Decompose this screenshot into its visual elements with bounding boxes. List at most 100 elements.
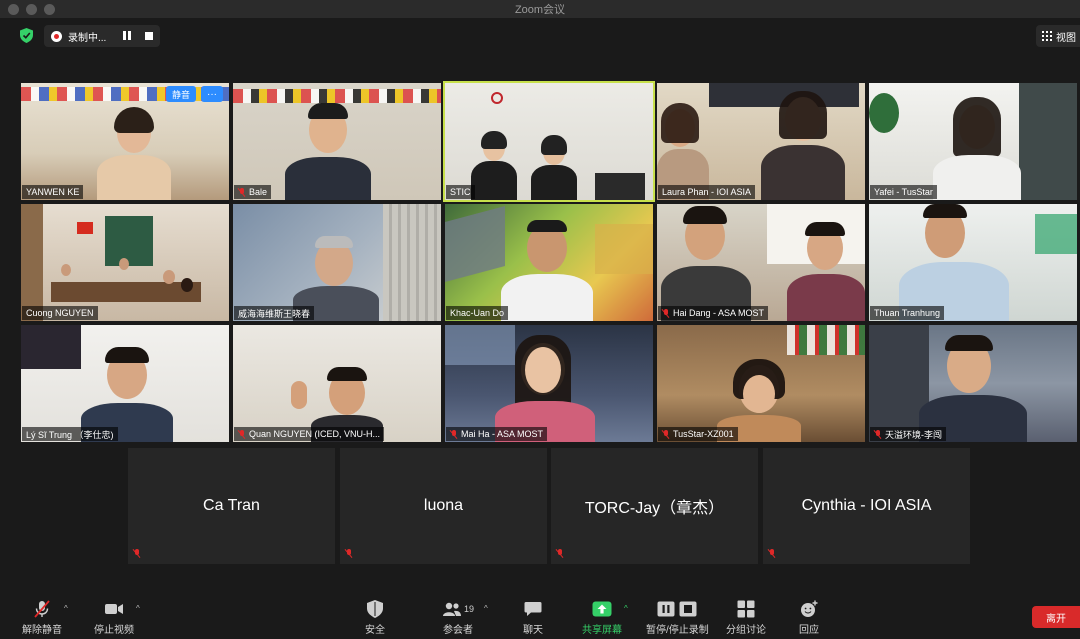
participant-name: luona bbox=[423, 497, 464, 514]
pause-recording-icon[interactable] bbox=[123, 31, 133, 41]
smiley-plus-icon bbox=[798, 600, 820, 618]
video-feed bbox=[233, 83, 441, 200]
recording-indicator: 录制中... bbox=[44, 25, 160, 47]
participant-name: 天溢环境-李闯 bbox=[870, 427, 946, 441]
audio-tile[interactable]: luona bbox=[340, 448, 547, 564]
video-tile-active-speaker[interactable]: STIC bbox=[443, 81, 655, 202]
recording-dot-icon bbox=[51, 30, 62, 42]
gallery-grid: 静音 ··· YANWEN KE Bale STIC Laura Phan - … bbox=[21, 81, 1077, 445]
participant-name: Hai Dang - ASA MOST bbox=[658, 306, 769, 320]
participant-name: Thuan Tranhung bbox=[870, 306, 945, 320]
view-label: 视图 bbox=[1056, 32, 1076, 44]
unmute-button[interactable]: 解除静音 bbox=[22, 600, 62, 636]
participant-name: Cynthia - IOI ASIA bbox=[801, 497, 932, 514]
mic-muted-icon bbox=[133, 549, 141, 558]
participant-name: TusStar-XZ001 bbox=[658, 427, 738, 441]
participants-label: 参会者 bbox=[443, 625, 473, 636]
video-tile[interactable]: 威海海维斯王晓春 bbox=[233, 204, 441, 321]
breakout-rooms-label: 分组讨论 bbox=[726, 625, 766, 636]
participant-name: Mai Ha - ASA MOST bbox=[446, 427, 548, 441]
audio-tile[interactable]: TORC-Jay（章杰） bbox=[551, 448, 758, 564]
minimize-window-button[interactable] bbox=[26, 4, 37, 15]
breakout-rooms-button[interactable]: 分组讨论 bbox=[726, 600, 766, 636]
grid-view-icon bbox=[1042, 31, 1052, 41]
pause-stop-recording-button[interactable]: 暂停/停止录制 bbox=[646, 600, 709, 636]
video-tile[interactable]: Quan NGUYEN (ICED, VNU-H... bbox=[233, 325, 441, 442]
unmute-label: 解除静音 bbox=[22, 625, 62, 636]
video-tile[interactable]: Khac-Uan Do bbox=[445, 204, 653, 321]
participant-name: Lý Sĩ Trung （李仕忠) bbox=[22, 427, 118, 441]
security-label: 安全 bbox=[365, 625, 385, 636]
participants-button[interactable]: 19 参会者 bbox=[438, 600, 478, 636]
mic-muted-icon bbox=[662, 308, 670, 318]
video-tile[interactable]: Mai Ha - ASA MOST bbox=[445, 325, 653, 442]
zoom-window: Zoom会议 录制中... 视图 静音 ··· YANWEN KE Bale S… bbox=[0, 0, 1080, 639]
video-tile[interactable]: 天溢环境-李闯 bbox=[869, 325, 1077, 442]
security-shield-icon[interactable] bbox=[20, 28, 33, 43]
participant-name: Quan NGUYEN (ICED, VNU-H... bbox=[234, 427, 385, 441]
video-feed bbox=[233, 325, 441, 442]
mic-muted-icon bbox=[450, 429, 458, 439]
security-button[interactable]: 安全 bbox=[364, 600, 386, 636]
stop-video-button[interactable]: 停止视频 bbox=[94, 600, 134, 636]
video-feed bbox=[445, 325, 653, 442]
video-tile[interactable]: 静音 ··· YANWEN KE bbox=[21, 83, 229, 200]
video-feed bbox=[657, 83, 865, 200]
video-tile[interactable]: Hai Dang - ASA MOST bbox=[657, 204, 865, 321]
video-feed bbox=[233, 204, 441, 321]
video-tile[interactable]: Thuan Tranhung bbox=[869, 204, 1077, 321]
zoom-window-button[interactable] bbox=[44, 4, 55, 15]
mic-muted-icon bbox=[238, 187, 246, 197]
close-window-button[interactable] bbox=[8, 4, 19, 15]
video-feed bbox=[21, 204, 229, 321]
participant-name: Cuong NGUYEN bbox=[22, 306, 98, 320]
video-feed bbox=[21, 83, 229, 200]
participant-name: 威海海维斯王晓春 bbox=[234, 306, 315, 320]
video-feed bbox=[657, 325, 865, 442]
window-title: Zoom会议 bbox=[514, 4, 566, 16]
video-tile[interactable]: Lý Sĩ Trung （李仕忠) bbox=[21, 325, 229, 442]
video-tile[interactable]: Cuong NGUYEN bbox=[21, 204, 229, 321]
mic-muted-icon bbox=[238, 429, 246, 439]
participant-name: TORC-Jay（章杰） bbox=[584, 500, 725, 517]
video-tile[interactable]: TusStar-XZ001 bbox=[657, 325, 865, 442]
pause-stop-record-icon bbox=[655, 600, 699, 618]
audio-tile[interactable]: Ca Tran bbox=[128, 448, 335, 564]
video-tile[interactable]: Laura Phan - IOI ASIA bbox=[657, 83, 865, 200]
reactions-button[interactable]: 回应 bbox=[798, 600, 820, 636]
video-feed bbox=[445, 83, 653, 200]
audio-options-chevron-icon[interactable]: ^ bbox=[64, 604, 68, 613]
participant-name: STIC bbox=[446, 185, 475, 199]
video-tile[interactable]: Bale bbox=[233, 83, 441, 200]
video-options-chevron-icon[interactable]: ^ bbox=[136, 604, 140, 613]
video-feed bbox=[869, 204, 1077, 321]
view-button[interactable]: 视图 bbox=[1036, 25, 1080, 47]
mute-overlay-button[interactable]: 静音 bbox=[165, 86, 196, 102]
participant-name: Bale bbox=[234, 185, 272, 199]
share-screen-button[interactable]: 共享屏幕 bbox=[582, 600, 622, 636]
chat-button[interactable]: 聊天 bbox=[522, 600, 544, 636]
participants-count: 19 bbox=[463, 604, 474, 614]
audio-tile[interactable]: Cynthia - IOI ASIA bbox=[763, 448, 970, 564]
chat-label: 聊天 bbox=[523, 625, 543, 636]
video-feed bbox=[869, 325, 1077, 442]
title-bar: Zoom会议 bbox=[0, 0, 1080, 18]
stop-recording-icon[interactable] bbox=[145, 32, 153, 40]
more-options-button[interactable]: ··· bbox=[201, 86, 223, 102]
share-options-chevron-icon[interactable]: ^ bbox=[624, 604, 628, 613]
stop-video-label: 停止视频 bbox=[94, 625, 134, 636]
participant-name: Laura Phan - IOI ASIA bbox=[658, 185, 756, 199]
reactions-label: 回应 bbox=[799, 625, 819, 636]
participant-name: Yafei - TusStar bbox=[870, 185, 937, 199]
video-feed bbox=[21, 325, 229, 442]
leave-meeting-button[interactable]: 离开 bbox=[1032, 606, 1080, 628]
video-camera-icon bbox=[103, 600, 125, 618]
stic-logo-icon bbox=[491, 89, 551, 107]
mic-muted-icon bbox=[662, 429, 670, 439]
participants-chevron-icon[interactable]: ^ bbox=[484, 604, 488, 613]
meeting-toolbar: 解除静音 ^ 停止视频 ^ 安全 19 参会者 ^ 聊天 共享屏幕 ^ 暂停/停… bbox=[0, 598, 1080, 639]
participant-name: Khac-Uan Do bbox=[446, 306, 509, 320]
video-feed bbox=[445, 204, 653, 321]
breakout-rooms-icon bbox=[735, 600, 757, 618]
video-tile[interactable]: Yafei - TusStar bbox=[869, 83, 1077, 200]
